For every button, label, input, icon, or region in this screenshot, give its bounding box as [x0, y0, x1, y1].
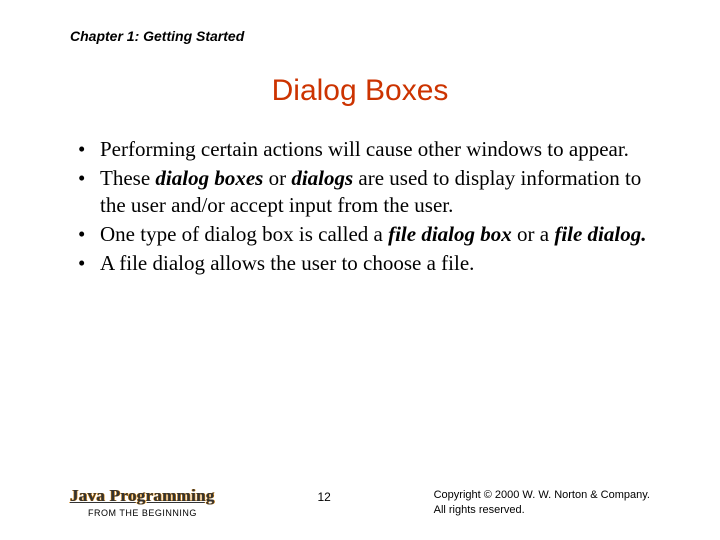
book-title: Java Programming: [70, 486, 215, 506]
page-number: 12: [317, 486, 330, 504]
footer-left: Java Programming FROM THE BEGINNING: [70, 486, 215, 518]
bullet-item: One type of dialog box is called a file …: [78, 221, 650, 248]
copyright: Copyright © 2000 W. W. Norton & Company.…: [434, 486, 650, 518]
bullet-text: Performing certain actions will cause ot…: [100, 137, 629, 161]
book-subtitle: FROM THE BEGINNING: [70, 508, 215, 518]
bullet-text: or a: [512, 222, 555, 246]
bullet-item: These dialog boxes or dialogs are used t…: [78, 165, 650, 219]
bullet-text: or: [263, 166, 291, 190]
term: dialog boxes: [155, 166, 263, 190]
slide-title: Dialog Boxes: [70, 74, 650, 108]
chapter-heading: Chapter 1: Getting Started: [70, 28, 650, 44]
term: dialogs: [291, 166, 353, 190]
bullet-item: Performing certain actions will cause ot…: [78, 136, 650, 163]
bullet-text: A file dialog allows the user to choose …: [100, 251, 474, 275]
footer: Java Programming FROM THE BEGINNING 12 C…: [0, 486, 720, 518]
slide: Chapter 1: Getting Started Dialog Boxes …: [0, 0, 720, 276]
term: file dialog box: [388, 222, 512, 246]
bullet-text: These: [100, 166, 155, 190]
copyright-line: All rights reserved.: [434, 503, 650, 518]
bullet-text: One type of dialog box is called a: [100, 222, 388, 246]
bullet-list: Performing certain actions will cause ot…: [70, 136, 650, 276]
bullet-item: A file dialog allows the user to choose …: [78, 250, 650, 277]
copyright-line: Copyright © 2000 W. W. Norton & Company.: [434, 488, 650, 503]
term: file dialog.: [554, 222, 646, 246]
